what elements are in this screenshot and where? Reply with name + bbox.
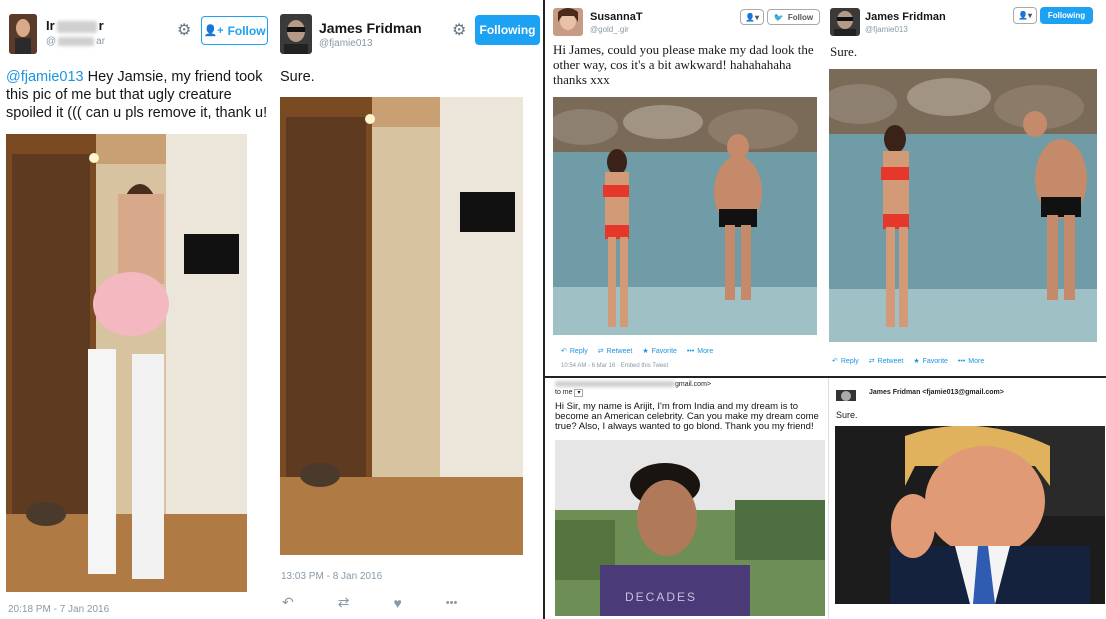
retweet-label: Retweet bbox=[877, 357, 904, 365]
more-icon: ••• bbox=[686, 347, 695, 355]
tweet-text: @fjamie013 Hey Jamsie, my friend took th… bbox=[6, 68, 268, 122]
user-name-tail: r bbox=[98, 18, 104, 33]
tweet-panel-beach-request: SusannaT @gold_.gir 👤▾ 🐦 Follow Hi James… bbox=[545, 0, 822, 376]
redaction-blur bbox=[56, 20, 97, 33]
retweet-action[interactable]: ⇄ Retweet bbox=[597, 347, 633, 356]
email-from: James Fridman <fjamie013@gmail.com> bbox=[869, 389, 1004, 396]
user-handle-tail: ar bbox=[96, 36, 106, 47]
follow-button[interactable]: 👤+ Follow bbox=[201, 16, 268, 45]
shirt-text: DECADES bbox=[625, 590, 698, 604]
following-button[interactable]: Following bbox=[475, 15, 540, 45]
email-photo[interactable] bbox=[835, 426, 1105, 604]
tweet-text: Hi James, could you please make my dad l… bbox=[553, 42, 814, 87]
tweet-panel-beach-reply: James Fridman @fjamie013 👤▾ Following Su… bbox=[822, 0, 1106, 376]
user-name[interactable]: James Fridman bbox=[865, 11, 946, 23]
user-avatar[interactable] bbox=[553, 8, 583, 36]
timestamp: 20:18 PM - 7 Jan 2016 bbox=[8, 604, 110, 615]
details-dropdown-icon[interactable]: ▾ bbox=[574, 389, 584, 397]
heart-icon[interactable]: ♥ bbox=[393, 595, 401, 611]
tweet-actions: ↶ ⇄ ♥ ••• bbox=[282, 594, 457, 611]
timestamp: 10:54 AM - 6 Mar 16 · Embed this Tweet bbox=[561, 363, 669, 369]
email-recipient: to me ▾ bbox=[555, 389, 584, 397]
user-handle[interactable]: @gold_.gir bbox=[590, 25, 629, 34]
reply-label: Reply bbox=[840, 357, 859, 365]
reply-action[interactable]: ↶ Reply bbox=[561, 347, 588, 356]
following-label: Following bbox=[1047, 11, 1086, 20]
tweet-panel-reply: James Fridman @fjamie013 ⚙ Following Sur… bbox=[272, 0, 544, 619]
tweet-actions: ↶ Reply ⇄ Retweet ★ Favorite ••• More bbox=[561, 347, 713, 356]
user-avatar[interactable] bbox=[9, 14, 37, 54]
tweet-photo[interactable] bbox=[829, 69, 1097, 342]
sender-avatar bbox=[836, 389, 856, 401]
tweet-text: Sure. bbox=[830, 44, 858, 59]
email-from: gmail.com> bbox=[555, 381, 711, 388]
retweet-label: Retweet bbox=[606, 347, 633, 355]
user-name-visible: Ir bbox=[46, 18, 55, 33]
more-icon[interactable]: ••• bbox=[446, 597, 458, 609]
retweet-icon[interactable]: ⇄ bbox=[338, 594, 350, 611]
tweet-actions: ↶ Reply ⇄ Retweet ★ Favorite ••• More bbox=[832, 357, 984, 366]
redaction-blur bbox=[555, 381, 675, 388]
redaction-blur bbox=[58, 36, 95, 46]
more-icon: ••• bbox=[957, 357, 966, 365]
reply-label: Reply bbox=[569, 347, 588, 355]
favorite-label: Favorite bbox=[651, 347, 677, 355]
email-panel-reply: James Fridman <fjamie013@gmail.com> Sure… bbox=[830, 378, 1106, 619]
reply-icon: ↶ bbox=[561, 348, 567, 355]
more-action[interactable]: ••• More bbox=[687, 348, 713, 355]
add-user-icon: 👤+ bbox=[203, 25, 224, 37]
more-label: More bbox=[968, 357, 985, 365]
favorite-label: Favorite bbox=[922, 357, 948, 365]
tweet-panel-request: Ir r @ ar ⚙ 👤+ Follow @fjamie013 Hey Jamsi… bbox=[0, 0, 272, 619]
email-body: Sure. bbox=[836, 410, 858, 420]
user-name[interactable]: James Fridman bbox=[319, 20, 422, 36]
user-handle[interactable]: @ ar bbox=[46, 36, 105, 47]
bird-icon: 🐦 bbox=[773, 12, 784, 22]
gear-icon[interactable]: ⚙ bbox=[177, 20, 191, 40]
tweet-photo[interactable] bbox=[280, 97, 523, 555]
more-action[interactable]: ••• More bbox=[958, 358, 984, 365]
user-handle[interactable]: @fjamie013 bbox=[319, 38, 373, 49]
reply-icon: ↶ bbox=[832, 358, 838, 365]
retweet-icon: ⇄ bbox=[597, 348, 604, 355]
follow-button[interactable]: 🐦 Follow bbox=[767, 9, 820, 25]
follow-label: Follow bbox=[787, 12, 814, 22]
to-label: to me bbox=[555, 389, 573, 396]
user-avatar[interactable] bbox=[830, 8, 860, 36]
star-icon: ★ bbox=[913, 358, 920, 365]
user-handle[interactable]: @fjamie013 bbox=[865, 25, 908, 34]
star-icon: ★ bbox=[642, 348, 649, 355]
follow-label: Follow bbox=[227, 23, 266, 38]
reply-action[interactable]: ↶ Reply bbox=[832, 357, 859, 366]
favorite-action[interactable]: ★ Favorite bbox=[642, 347, 677, 356]
panel-divider bbox=[828, 378, 829, 619]
reply-icon[interactable]: ↶ bbox=[282, 594, 294, 611]
tweet-photo[interactable] bbox=[6, 134, 247, 592]
following-button[interactable]: Following bbox=[1040, 7, 1093, 24]
tweet-photo[interactable] bbox=[553, 97, 817, 335]
user-name[interactable]: SusannaT bbox=[590, 11, 643, 23]
user-handle-visible: @ bbox=[46, 36, 57, 47]
gear-icon[interactable]: ⚙ bbox=[452, 20, 466, 40]
following-label: Following bbox=[479, 23, 536, 37]
email-panel-request: gmail.com> to me ▾ Hi Sir, my name is Ar… bbox=[545, 378, 830, 619]
more-label: More bbox=[697, 347, 714, 355]
favorite-action[interactable]: ★ Favorite bbox=[913, 357, 948, 366]
retweet-icon: ⇄ bbox=[868, 358, 875, 365]
mention-link[interactable]: @fjamie013 bbox=[6, 69, 84, 85]
email-photo[interactable]: DECADES bbox=[555, 440, 825, 616]
retweet-action[interactable]: ⇄ Retweet bbox=[868, 357, 904, 366]
user-name[interactable]: Ir r bbox=[46, 18, 104, 33]
timestamp: 13:03 PM - 8 Jan 2016 bbox=[281, 571, 383, 582]
from-address-tail: gmail.com> bbox=[675, 381, 711, 388]
tweet-text: Sure. bbox=[280, 69, 315, 85]
user-menu-button[interactable]: 👤▾ bbox=[740, 9, 764, 25]
email-body: Hi Sir, my name is Arijit, I'm from Indi… bbox=[555, 401, 819, 432]
user-menu-button[interactable]: 👤▾ bbox=[1013, 7, 1037, 24]
user-avatar[interactable] bbox=[280, 14, 312, 54]
